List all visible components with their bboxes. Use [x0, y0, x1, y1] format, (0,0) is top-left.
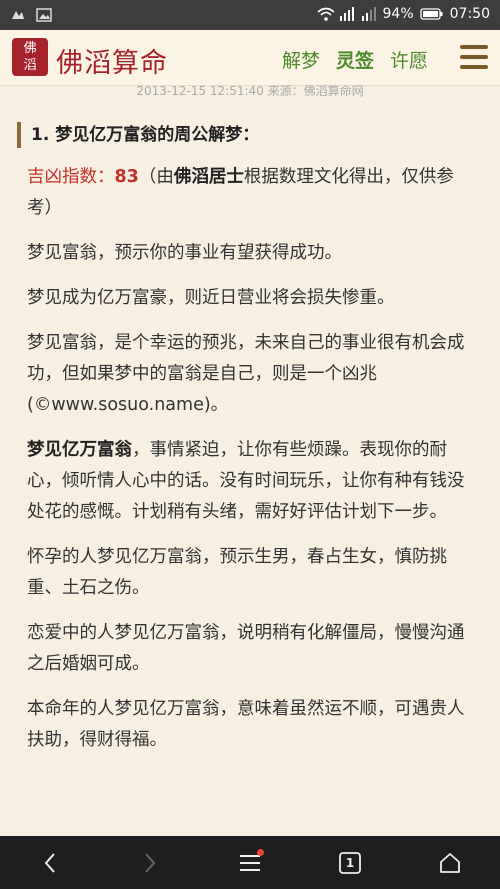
back-icon[interactable] [30, 843, 70, 883]
nav-wish[interactable]: 许愿 [390, 46, 428, 73]
logo-seal-top: 佛 [23, 41, 37, 56]
wifi-icon [316, 6, 335, 22]
score-paragraph: 吉凶指数：83（由佛滔居士根据数理文化得出，仅供参考） [27, 162, 478, 224]
battery-icon [419, 6, 444, 22]
nav-fortune-stick[interactable]: 灵签 [336, 46, 374, 73]
forward-icon[interactable] [130, 843, 170, 883]
paragraph-4: 梦见亿万富翁，事情紧迫，让你有些烦躁。表现你的耐心，倾听情人心中的话。没有时间玩… [27, 435, 478, 528]
battery-percent: 94% [382, 6, 414, 22]
article-body: 1. 梦见亿万富翁的周公解梦： 吉凶指数：83（由佛滔居士根据数理文化得出，仅供… [0, 112, 500, 756]
site-header: 佛 滔 佛滔算命 解梦 灵签 许愿 [0, 30, 500, 86]
logo-seal[interactable]: 佛 滔 [12, 38, 48, 76]
score-note-prefix: （由 [138, 167, 174, 187]
logo-seal-bottom: 滔 [23, 58, 37, 73]
paragraph-7: 本命年的人梦见亿万富翁，意味着虽然运不顺，可遇贵人扶助，得财得福。 [27, 699, 465, 750]
article-meta-text: 2013-12-15 12:51:40 来源：佛滔算命网 [136, 85, 364, 98]
clock: 07:50 [449, 6, 490, 22]
tabs-button[interactable]: 1 [330, 843, 370, 883]
paragraph-6: 恋爱中的人梦见亿万富翁，说明稍有化解僵局，慢慢沟通之后婚姻可成。 [27, 623, 465, 674]
browser-bottom-bar: 1 [0, 836, 500, 889]
top-nav: 解梦 灵签 许愿 [282, 46, 428, 73]
nav-dream[interactable]: 解梦 [282, 46, 320, 73]
score-value: 83 [114, 167, 139, 187]
hamburger-menu-icon[interactable] [460, 45, 488, 69]
notification-app-icon [10, 7, 26, 23]
paragraph-2: 梦见成为亿万富豪，则近日营业将会损失惨重。 [27, 288, 395, 308]
paragraph-1: 梦见富翁，预示你的事业有望获得成功。 [27, 243, 342, 263]
site-logo-text[interactable]: 佛滔算命 [56, 41, 168, 80]
paragraph-4-lead: 梦见亿万富翁 [27, 440, 132, 460]
score-note-author: 佛滔居士 [173, 167, 244, 187]
score-label: 吉凶指数： [27, 167, 115, 187]
tab-count: 1 [345, 855, 355, 870]
menu-list-icon[interactable] [230, 843, 270, 883]
section-title: 1. 梦见亿万富翁的周公解梦： [17, 122, 500, 148]
article-meta: 2013-12-15 12:51:40 来源：佛滔算命网 [0, 85, 500, 105]
home-icon[interactable] [430, 843, 470, 883]
paragraph-5: 怀孕的人梦见亿万富翁，预示生男，春占生女，慎防挑重、土石之伤。 [27, 547, 447, 598]
paragraph-3: 梦见富翁，是个幸运的预兆，未来自己的事业很有机会成功，但如果梦中的富翁是自己，则… [27, 333, 465, 415]
status-bar: 94% 07:50 [0, 0, 500, 30]
image-icon [36, 7, 52, 23]
notification-dot [257, 848, 264, 856]
signal-icon [339, 6, 355, 22]
signal-icon-2 [361, 6, 377, 22]
